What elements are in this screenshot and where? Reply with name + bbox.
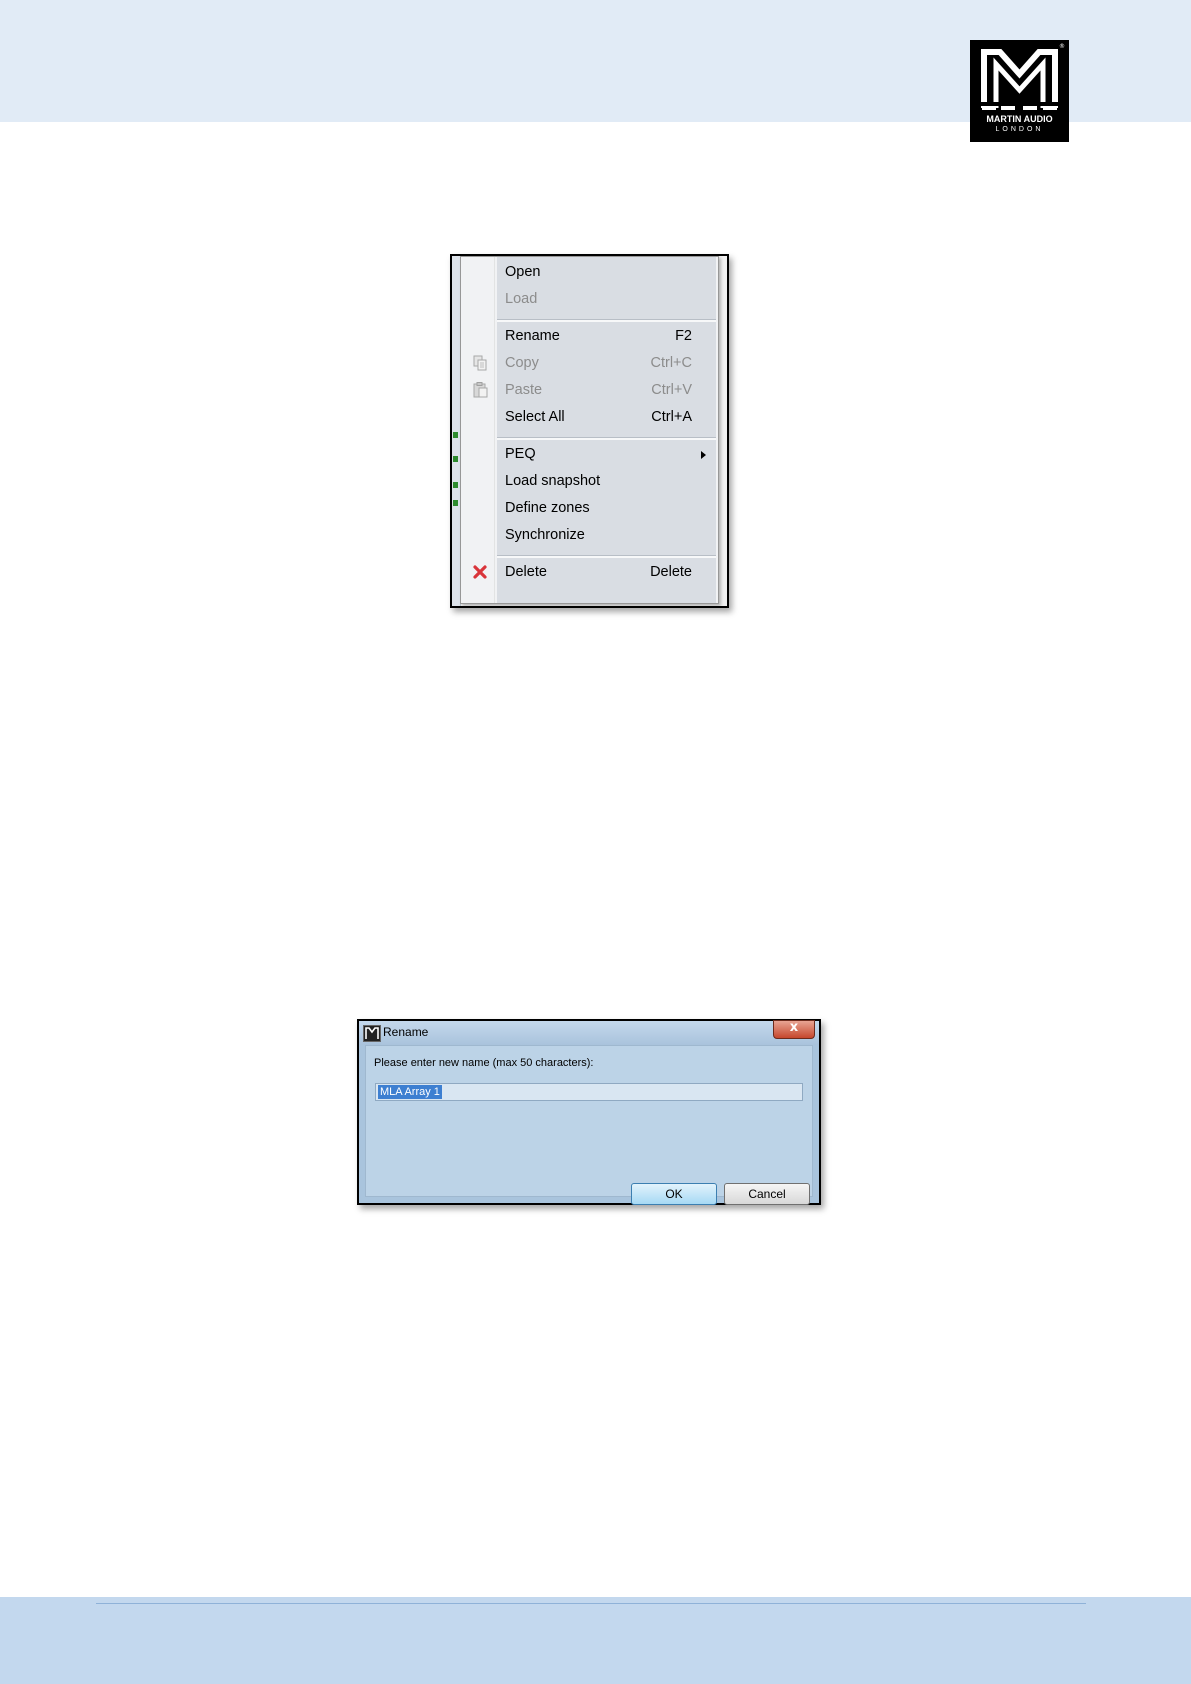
menu-item-label: Define zones [505, 500, 590, 516]
close-icon: x [789, 1020, 799, 1035]
dialog-body: Please enter new name (max 50 characters… [365, 1045, 813, 1205]
logo-m-mark-icon [980, 49, 1059, 110]
close-button[interactable]: x [773, 1020, 815, 1039]
menu-separator [497, 437, 716, 440]
app-logo-icon [363, 1025, 381, 1042]
menu-separator [497, 555, 716, 558]
menu-item-label: Load snapshot [505, 473, 601, 489]
paste-icon [473, 382, 488, 398]
menu-item-label: Open [505, 264, 541, 280]
menu-item-label: Copy [505, 355, 539, 371]
name-prompt-label: Please enter new name (max 50 characters… [374, 1057, 594, 1069]
martin-audio-logo: ® MARTIN AUDIO LONDON [970, 40, 1069, 142]
menu-item-shortcut: Ctrl+A [651, 409, 692, 425]
rename-dialog: Rename x Please enter new name (max 50 c… [357, 1019, 821, 1205]
menu-item-label: PEQ [505, 446, 536, 462]
menu-item-peq[interactable]: PEQ [461, 441, 716, 467]
name-input[interactable]: MLA Array 1 [375, 1083, 803, 1101]
menu-separator [497, 319, 716, 322]
menu-item-load[interactable]: Load [461, 286, 716, 312]
menu-item-define-zones[interactable]: Define zones [461, 495, 716, 521]
cancel-button[interactable]: Cancel [724, 1183, 810, 1205]
copy-icon [473, 355, 487, 371]
dialog-title: Rename [383, 1025, 429, 1039]
menu-item-shortcut: Ctrl+C [650, 355, 693, 371]
menu-item-open[interactable]: Open [461, 259, 716, 285]
menu-item-shortcut: Ctrl+V [651, 382, 692, 398]
registered-mark: ® [1059, 43, 1065, 50]
ok-button[interactable]: OK [631, 1183, 717, 1205]
delete-x-icon [473, 565, 487, 579]
name-input-selected-text: MLA Array 1 [378, 1085, 442, 1099]
menu-item-label: Paste [505, 382, 543, 398]
menu-item-delete[interactable]: Delete Delete [461, 559, 716, 585]
dialog-titlebar[interactable]: Rename x [359, 1020, 819, 1045]
logo-city: LONDON [995, 126, 1044, 133]
logo-name: MARTIN AUDIO [986, 114, 1053, 124]
menu-item-shortcut: Delete [650, 564, 692, 580]
menu-item-paste[interactable]: Paste Ctrl+V [461, 377, 716, 403]
menu-item-label: Select All [505, 409, 565, 425]
footer-band [0, 1597, 1191, 1684]
menu-item-copy[interactable]: Copy Ctrl+C [461, 350, 716, 376]
menu-item-label: Delete [505, 564, 547, 580]
footer-rule [96, 1603, 1086, 1604]
menu-item-label: Rename [505, 328, 560, 344]
submenu-arrow-icon [701, 451, 706, 459]
menu-item-shortcut: F2 [675, 328, 692, 344]
menu-item-select-all[interactable]: Select All Ctrl+A [461, 404, 716, 430]
context-menu-screenshot: Open Load Rename F2 Copy Ctrl+C Paste Ct… [450, 254, 729, 608]
menu-item-load-snapshot[interactable]: Load snapshot [461, 468, 716, 494]
menu-item-rename[interactable]: Rename F2 [461, 323, 716, 349]
menu-item-label: Synchronize [505, 527, 585, 543]
menu-item-label: Load [505, 291, 538, 307]
menu-item-synchronize[interactable]: Synchronize [461, 522, 716, 548]
context-menu: Open Load Rename F2 Copy Ctrl+C Paste Ct… [460, 256, 719, 604]
